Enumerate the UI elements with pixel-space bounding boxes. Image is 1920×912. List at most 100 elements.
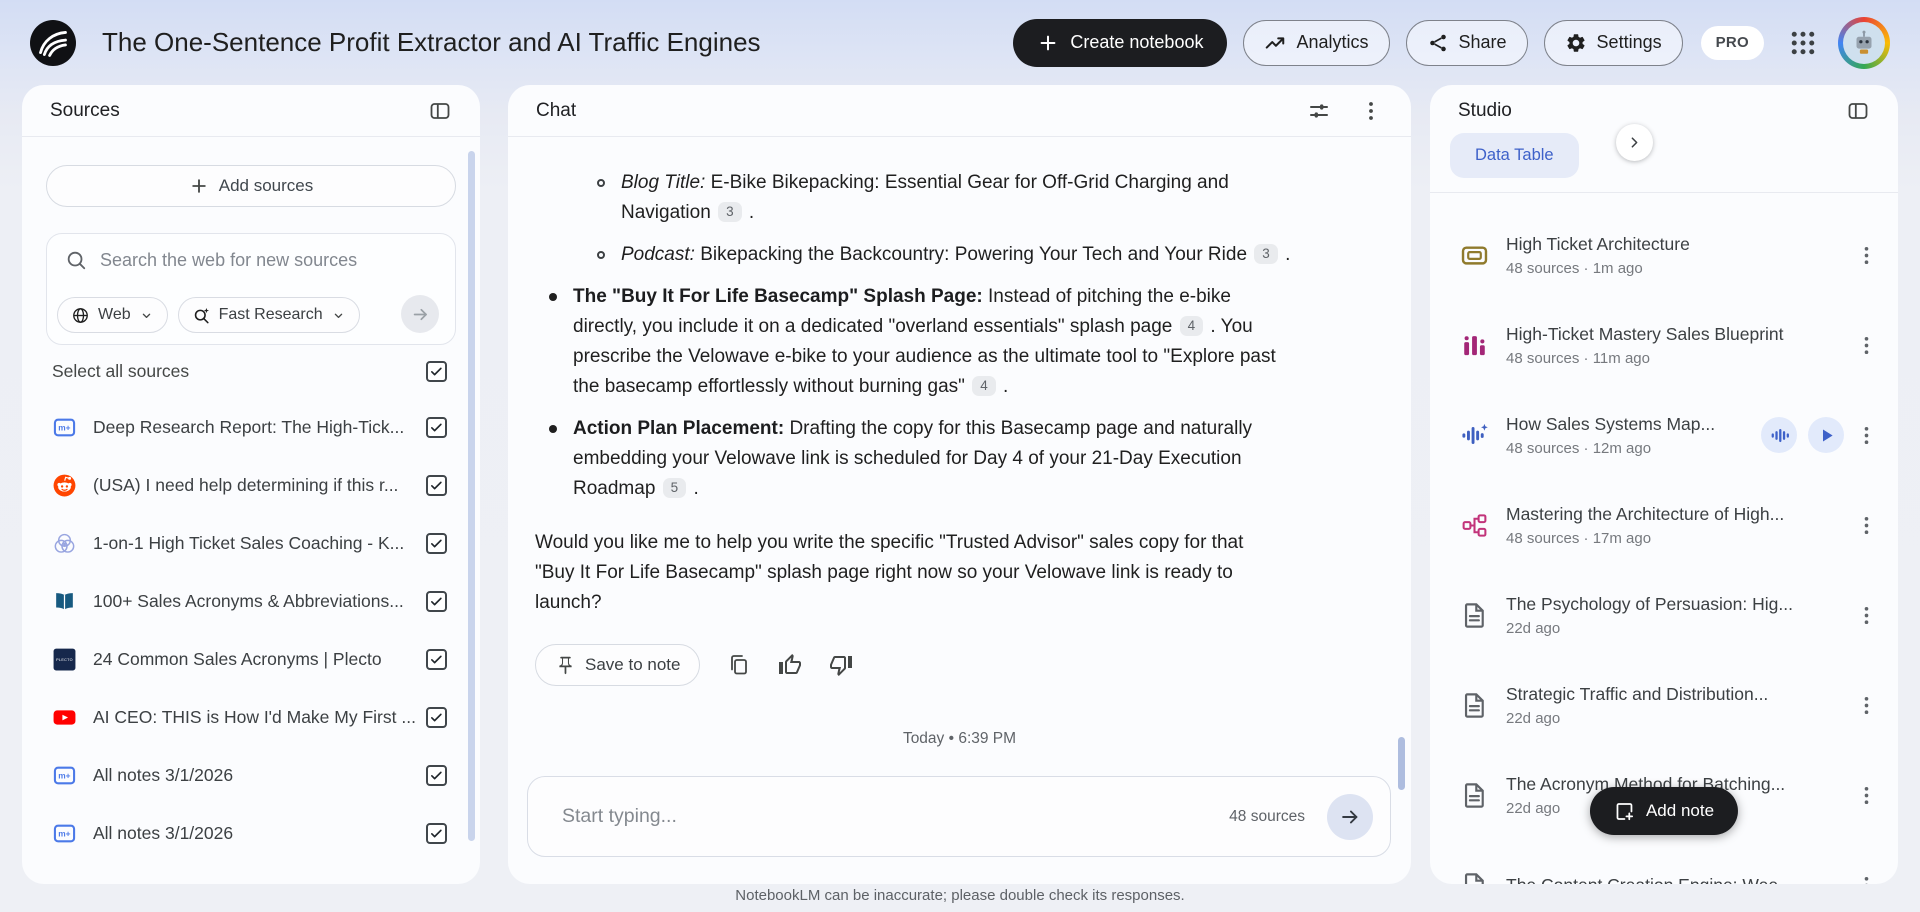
source-title: 1-on-1 High Ticket Sales Coaching - K...	[93, 532, 405, 553]
studio-item-row[interactable]: The Content Creation Engine: Wee...	[1430, 840, 1898, 884]
thumbs-up-icon[interactable]	[778, 653, 802, 677]
source-row[interactable]: m+ Deep Research Report: The High-Tick...	[22, 398, 480, 456]
more-menu-icon[interactable]	[1855, 694, 1878, 717]
play-audio-button[interactable]	[1808, 417, 1844, 453]
citation-chip[interactable]: 3	[718, 202, 742, 222]
bar-chart-icon	[1460, 331, 1489, 360]
studio-panel: Studio Data Table High Ticket Architectu…	[1430, 85, 1898, 884]
disclaimer-text: NotebookLM can be inaccurate; please dou…	[735, 887, 1185, 904]
chat-panel: Chat Blog Title: E-Bike Bikepacking: Ess…	[508, 85, 1411, 884]
studio-item-row[interactable]: How Sales Systems Map... 48 sources · 12m…	[1430, 390, 1898, 480]
source-checkbox[interactable]	[426, 416, 447, 438]
source-title: AI CEO: THIS is How I'd Make My First ..…	[93, 706, 416, 727]
source-row[interactable]: (USA) I need help determining if this r.…	[22, 456, 480, 514]
source-row[interactable]: 1-on-1 High Ticket Sales Coaching - K...	[22, 514, 480, 572]
venn-icon	[52, 531, 77, 556]
add-note-button[interactable]: Add note	[1589, 787, 1739, 835]
chat-closing-paragraph: Would you like me to help you write the …	[535, 532, 1244, 613]
bullet-text: Blog Title: E-Bike Bikepacking: Essentia…	[621, 172, 1229, 223]
analytics-button[interactable]: Analytics	[1243, 19, 1390, 66]
collapse-panel-icon[interactable]	[1846, 99, 1870, 123]
more-menu-icon[interactable]	[1855, 514, 1878, 537]
chevron-down-icon	[139, 308, 154, 323]
bullet-text: The "Buy It For Life Basecamp" Splash Pa…	[573, 286, 1276, 397]
notebook-title[interactable]: The One-Sentence Profit Extractor and AI…	[102, 27, 1013, 58]
interactive-audio-button[interactable]	[1761, 417, 1797, 453]
source-row[interactable]: m+ All notes 3/1/2026	[22, 746, 480, 804]
chat-scrollbar[interactable]	[1398, 737, 1405, 790]
reddit-icon	[52, 473, 77, 498]
more-menu-icon[interactable]	[1855, 604, 1878, 627]
search-submit-button[interactable]	[401, 295, 439, 333]
search-icon	[65, 249, 87, 271]
notebooklm-logo-icon[interactable]	[30, 19, 76, 66]
sources-count: 48 sources	[1229, 807, 1305, 825]
youtube-icon	[52, 705, 77, 730]
studio-item-meta: 48 sources · 17m ago	[1506, 529, 1652, 547]
chip-scroll-button[interactable]	[1616, 124, 1653, 161]
source-row[interactable]: PLECTO 24 Common Sales Acronyms | Plecto	[22, 630, 480, 688]
studio-item-row[interactable]: The Psychology of Persuasion: Hig... 22d …	[1430, 570, 1898, 660]
studio-item-row[interactable]: High Ticket Architecture 48 sources · 1m …	[1430, 210, 1898, 300]
web-search-input[interactable]	[100, 249, 437, 271]
web-filter-chip[interactable]: Web	[57, 297, 168, 333]
chevron-right-icon	[1626, 134, 1643, 151]
gear-icon	[1565, 32, 1587, 54]
svg-text:m+: m+	[58, 828, 70, 838]
more-menu-icon[interactable]	[1855, 784, 1878, 807]
bullet-marker	[549, 425, 557, 433]
studio-item-meta: 22d ago	[1506, 709, 1561, 727]
more-menu-icon[interactable]	[1855, 874, 1878, 884]
save-to-note-button[interactable]: Save to note	[535, 644, 701, 686]
research-mode-chip[interactable]: Fast Research	[177, 297, 360, 333]
sources-scrollbar[interactable]	[468, 151, 475, 841]
source-checkbox[interactable]	[426, 764, 447, 786]
source-checkbox[interactable]	[426, 706, 447, 728]
sparkle-search-icon	[192, 306, 211, 325]
send-button[interactable]	[1327, 793, 1373, 840]
source-title: All notes 3/1/2026	[93, 764, 234, 785]
create-notebook-button[interactable]: Create notebook	[1013, 18, 1228, 67]
source-title: (USA) I need help determining if this r.…	[93, 474, 399, 495]
svg-text:PLECTO: PLECTO	[56, 658, 73, 662]
more-menu-icon[interactable]	[1359, 99, 1383, 123]
source-row[interactable]: AI CEO: THIS is How I'd Make My First ..…	[22, 688, 480, 746]
citation-chip[interactable]: 4	[972, 376, 996, 396]
chevron-down-icon	[331, 308, 346, 323]
studio-item-row[interactable]: High-Ticket Mastery Sales Blueprint 48 so…	[1430, 300, 1898, 390]
studio-item-title: High Ticket Architecture	[1506, 233, 1690, 254]
collapse-panel-icon[interactable]	[428, 99, 452, 123]
copy-icon[interactable]	[727, 653, 751, 677]
studio-panel-title: Studio	[1458, 100, 1512, 121]
chat-settings-icon[interactable]	[1307, 99, 1331, 123]
chat-text-input[interactable]	[562, 805, 1230, 828]
source-checkbox[interactable]	[426, 648, 447, 670]
audio-waveform-icon	[1460, 421, 1489, 450]
thumbs-down-icon[interactable]	[829, 653, 853, 677]
citation-chip[interactable]: 3	[1254, 244, 1278, 264]
settings-button[interactable]: Settings	[1543, 19, 1683, 66]
source-row[interactable]: m+ All notes 3/1/2026	[22, 804, 480, 862]
source-row[interactable]: 100+ Sales Acronyms & Abbreviations...	[22, 572, 480, 630]
more-menu-icon[interactable]	[1855, 334, 1878, 357]
message-actions: Save to note	[535, 644, 1384, 686]
more-menu-icon[interactable]	[1855, 424, 1878, 447]
source-title: 100+ Sales Acronyms & Abbreviations...	[93, 590, 404, 611]
source-checkbox[interactable]	[426, 590, 447, 612]
data-table-chip[interactable]: Data Table	[1450, 133, 1579, 178]
source-checkbox[interactable]	[426, 474, 447, 496]
apps-grid-icon[interactable]	[1788, 28, 1818, 58]
source-checkbox[interactable]	[426, 532, 447, 554]
citation-chip[interactable]: 4	[1179, 316, 1204, 336]
source-checkbox[interactable]	[426, 822, 447, 844]
account-avatar[interactable]	[1838, 16, 1890, 69]
studio-item-row[interactable]: Strategic Traffic and Distribution... 22d…	[1430, 660, 1898, 750]
select-all-checkbox[interactable]	[426, 361, 447, 382]
studio-item-row[interactable]: Mastering the Architecture of High... 48 …	[1430, 480, 1898, 570]
share-button[interactable]: Share	[1405, 19, 1528, 66]
add-sources-button[interactable]: Add sources	[46, 165, 456, 207]
note-add-icon	[1614, 801, 1635, 822]
doc-note-icon: m+	[52, 415, 77, 440]
more-menu-icon[interactable]	[1855, 244, 1878, 267]
citation-chip[interactable]: 5	[662, 478, 687, 498]
